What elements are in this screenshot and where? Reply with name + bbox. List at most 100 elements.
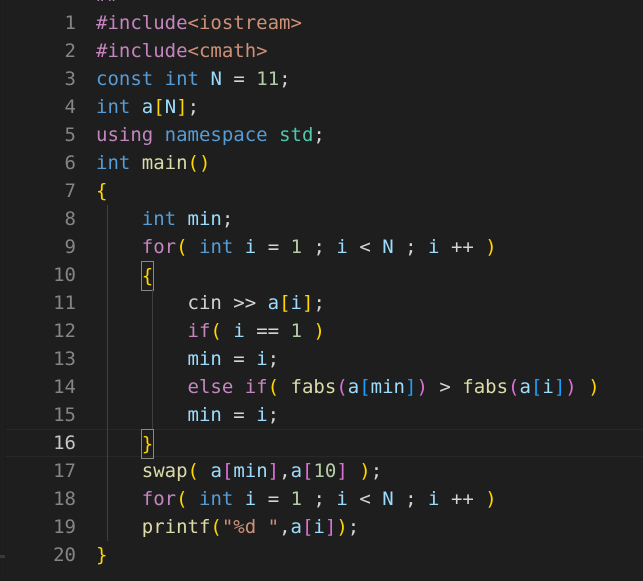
code-line-content[interactable]: printf("%d ",a[i]); [96, 513, 643, 541]
token-keyword-int: int [165, 68, 199, 90]
code-line-content[interactable]: if( i == 1 ) [96, 317, 643, 345]
token-identifier-min: min [188, 404, 222, 426]
code-line[interactable]: 19 printf("%d ",a[i]); [0, 513, 643, 541]
code-line-content[interactable]: int min; [96, 205, 643, 233]
code-line-content[interactable]: for( int i = 1 ; i < N ; i ++ ) [96, 233, 643, 261]
line-number: 8 [0, 205, 76, 233]
token-semicolon: ; [188, 96, 199, 118]
code-line[interactable]: 10 { [0, 261, 643, 289]
token-identifier-i: i [256, 404, 267, 426]
token-operator-assign: = [233, 68, 244, 90]
code-line[interactable]: 9 for( int i = 1 ; i < N ; i ++ ) [0, 233, 643, 261]
code-line[interactable]: 12 if( i == 1 ) [0, 317, 643, 345]
token-bracket-close: ] [176, 96, 187, 118]
line-number: 7 [0, 177, 76, 205]
token-brace-close-matched: } [141, 429, 154, 459]
token-keyword-namespace: namespace [165, 124, 268, 146]
token-identifier-i: i [245, 488, 256, 510]
code-line[interactable]: 20 } [0, 541, 643, 569]
overview-ruler[interactable] [0, 0, 6, 581]
code-line[interactable]: 7 { [0, 177, 643, 205]
token-operator-assign: = [233, 348, 244, 370]
line-number: 12 [0, 317, 76, 345]
token-number: 1 [291, 236, 302, 258]
code-line-content[interactable]: const int N = 11; [96, 65, 643, 93]
code-lines: ## 1 #include<iostream> 2 #include<cmath… [0, 0, 643, 569]
code-line-content[interactable]: cin >> a[i]; [96, 289, 643, 317]
token-paren-close: ) [588, 376, 599, 398]
code-editor[interactable]: ## 1 #include<iostream> 2 #include<cmath… [0, 0, 643, 581]
code-line[interactable]: 11 cin >> a[i]; [0, 289, 643, 317]
token-identifier-n: N [165, 96, 176, 118]
token-semicolon: ; [268, 404, 279, 426]
line-number: 15 [0, 401, 76, 429]
token-semicolon: ; [268, 348, 279, 370]
token-number: 11 [256, 68, 279, 90]
token-keyword-for: for [142, 236, 176, 258]
token-identifier-a: a [210, 460, 221, 482]
code-line-content[interactable]: { [96, 177, 643, 205]
code-line-content[interactable]: int a[N]; [96, 93, 643, 121]
code-line[interactable]: 4 int a[N]; [0, 93, 643, 121]
token-semicolon: ; [371, 460, 382, 482]
code-line[interactable]: 13 min = i; [0, 345, 643, 373]
token-identifier-i: i [336, 236, 347, 258]
code-line-partial-content: ## [96, 0, 643, 9]
token-number: 1 [291, 488, 302, 510]
token-identifier-n: N [382, 236, 393, 258]
token-preprocessor: #include [96, 12, 188, 34]
code-line[interactable]: 17 swap( a[min],a[10] ); [0, 457, 643, 485]
token-keyword-if: if [245, 376, 268, 398]
token-identifier-i: i [428, 236, 439, 258]
code-line[interactable]: 15 min = i; [0, 401, 643, 429]
code-line-content[interactable]: } [96, 541, 643, 569]
code-line[interactable]: 18 for( int i = 1 ; i < N ; i ++ ) [0, 485, 643, 513]
line-number: 14 [0, 373, 76, 401]
line-number: 1 [0, 9, 76, 37]
code-line-content[interactable]: min = i; [96, 345, 643, 373]
code-line-content[interactable]: #include<iostream> [96, 9, 643, 37]
line-number: 11 [0, 289, 76, 317]
code-line[interactable]: 6 int main() [0, 149, 643, 177]
code-line[interactable]: 3 const int N = 11; [0, 65, 643, 93]
code-line-active[interactable]: 16 } [0, 429, 643, 457]
line-number: 6 [0, 149, 76, 177]
token-identifier-min: min [188, 208, 222, 230]
code-line-content[interactable]: min = i; [96, 401, 643, 429]
code-line[interactable]: 2 #include<cmath> [0, 37, 643, 65]
code-line[interactable]: 8 int min; [0, 205, 643, 233]
token-keyword-int: int [142, 208, 176, 230]
token-keyword-int: int [199, 488, 233, 510]
token-operator-increment: ++ [451, 236, 474, 258]
line-number: 10 [0, 261, 76, 289]
code-line-content[interactable]: #include<cmath> [96, 37, 643, 65]
line-number: 5 [0, 121, 76, 149]
token-paren-close: ) [485, 236, 496, 258]
token-include-target: <cmath> [188, 40, 268, 62]
token-bracket-open: [ [279, 292, 290, 314]
code-line-content[interactable]: } [96, 429, 643, 459]
code-line-content[interactable]: for( int i = 1 ; i < N ; i ++ ) [96, 485, 643, 513]
code-line-content[interactable]: int main() [96, 149, 643, 177]
token-keyword-else: else [188, 376, 234, 398]
token-identifier-i: i [245, 236, 256, 258]
token-identifier-a: a [348, 376, 359, 398]
token-identifier-min: min [371, 376, 405, 398]
code-line-content[interactable]: { [96, 261, 643, 291]
token-function-swap: swap [142, 460, 188, 482]
code-line-content[interactable]: swap( a[min],a[10] ); [96, 457, 643, 485]
line-number: 9 [0, 233, 76, 261]
code-line[interactable]: 1 #include<iostream> [0, 9, 643, 37]
token-identifier-min: min [188, 348, 222, 370]
token-paren-close: ) [313, 320, 324, 342]
token-semicolon: ; [313, 292, 324, 314]
token-identifier-i: i [233, 320, 244, 342]
token-identifier-i: i [542, 376, 553, 398]
code-scroll-area[interactable]: ## 1 #include<iostream> 2 #include<cmath… [0, 0, 643, 581]
code-line-content[interactable]: using namespace std; [96, 121, 643, 149]
code-line[interactable]: 14 else if( fabs(a[min]) > fabs(a[i]) ) [0, 373, 643, 401]
token-number: 1 [291, 320, 302, 342]
code-line[interactable]: 5 using namespace std; [0, 121, 643, 149]
code-line-content[interactable]: else if( fabs(a[min]) > fabs(a[i]) ) [96, 373, 643, 401]
token-identifier-i: i [256, 348, 267, 370]
